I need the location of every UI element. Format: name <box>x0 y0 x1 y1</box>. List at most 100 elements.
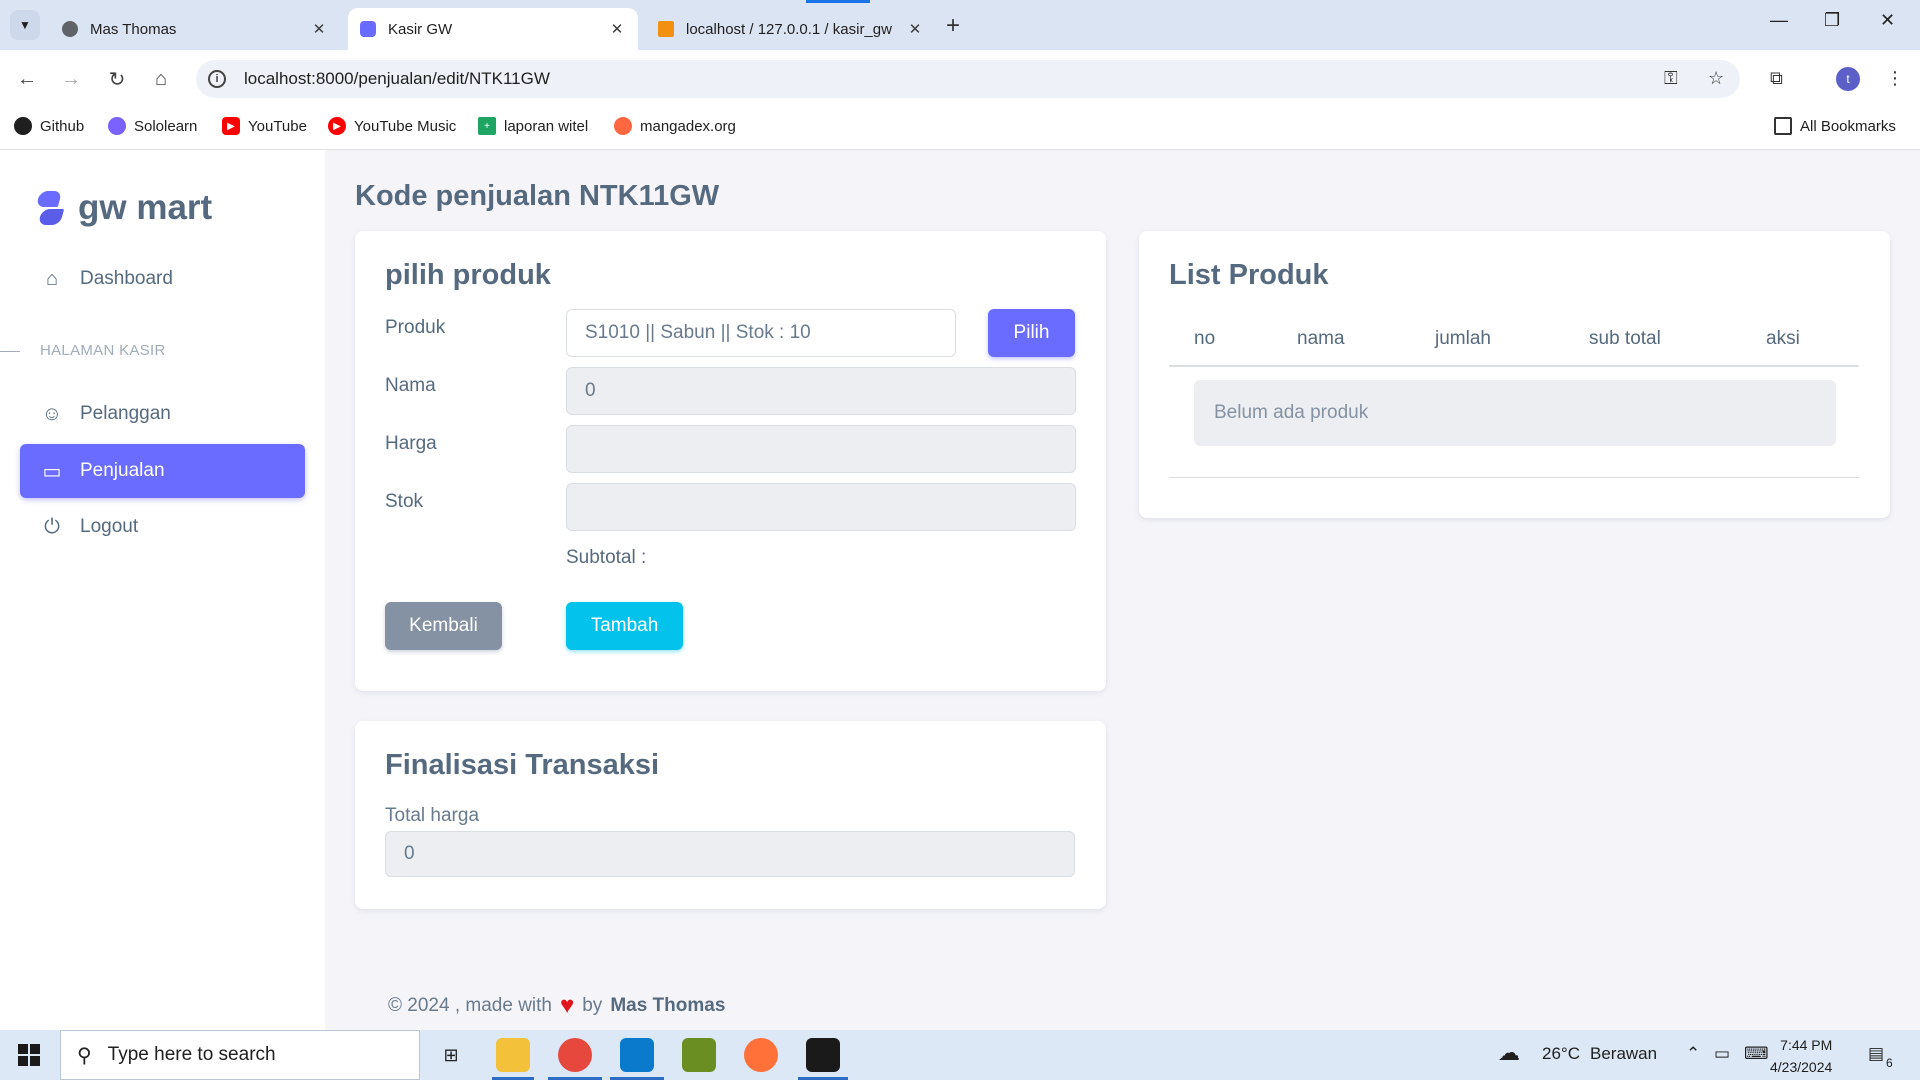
terminal-icon[interactable] <box>806 1038 840 1072</box>
tab-close-icon[interactable]: ✕ <box>310 20 328 38</box>
chevron-up-icon[interactable]: ⌃ <box>1686 1044 1700 1064</box>
heart-icon: ♥ <box>559 992 575 1019</box>
nama-field[interactable]: 0 <box>566 367 1076 415</box>
table-footer-divider <box>1169 477 1859 478</box>
sheets-icon: + <box>478 117 496 135</box>
close-window-icon[interactable]: ✕ <box>1880 10 1895 31</box>
tab-close-icon[interactable]: ✕ <box>906 20 924 38</box>
phpmyadmin-icon <box>658 21 674 37</box>
bookmark-laporan-witel[interactable]: + laporan witel <box>478 117 588 135</box>
power-icon: ⏻ <box>44 515 60 538</box>
footer-author-link[interactable]: Mas Thomas <box>610 995 725 1017</box>
tab-mas-thomas[interactable]: Mas Thomas ✕ <box>50 8 340 50</box>
sidebar-item-dashboard[interactable]: ⌂ Dashboard <box>20 252 305 306</box>
network-icon[interactable]: ⌨ <box>1744 1044 1769 1064</box>
address-bar[interactable]: i localhost:8000/penjualan/edit/NTK11GW <box>196 60 1740 98</box>
youtube-music-icon: ▶ <box>328 117 346 135</box>
tambah-button[interactable]: Tambah <box>566 602 683 650</box>
tab-search-button[interactable]: ▼ <box>10 10 40 40</box>
bookmarks-bar: Github Sololearn ▶ YouTube ▶ YouTube Mus… <box>0 107 1920 150</box>
page-title: Kode penjualan NTK11GW <box>355 180 720 212</box>
bookmark-youtube[interactable]: ▶ YouTube <box>222 117 307 135</box>
weather-temp[interactable]: 26°C <box>1542 1044 1580 1064</box>
divider <box>0 351 20 352</box>
task-view-icon[interactable]: ⊞ <box>434 1038 468 1072</box>
notification-count: 6 <box>1886 1056 1893 1070</box>
minimize-icon[interactable]: — <box>1770 10 1788 31</box>
sidebar: gw mart ⌂ Dashboard HALAMAN KASIR ☺ Pela… <box>0 150 325 1030</box>
tab-close-icon[interactable]: ✕ <box>608 20 626 38</box>
taskbar-search[interactable]: ⚲ Type here to search <box>60 1030 420 1080</box>
password-key-icon[interactable]: ⚿ <box>1664 68 1678 89</box>
produk-label: Produk <box>385 317 446 338</box>
bookmark-github[interactable]: Github <box>14 117 84 135</box>
bookmark-youtube-music[interactable]: ▶ YouTube Music <box>328 117 456 135</box>
battery-icon[interactable]: ▭ <box>1714 1044 1730 1064</box>
profile-avatar[interactable]: t <box>1836 67 1860 91</box>
nama-label: Nama <box>385 375 436 396</box>
kembali-button[interactable]: Kembali <box>385 602 502 650</box>
home-icon[interactable]: ⌂ <box>146 64 176 94</box>
all-bookmarks-folder[interactable]: All Bookmarks <box>1774 117 1896 135</box>
chrome-icon[interactable] <box>558 1038 592 1072</box>
menu-kebab-icon[interactable]: ⋮ <box>1886 68 1904 89</box>
finalisasi-card: Finalisasi Transaksi Total harga 0 <box>355 721 1106 909</box>
system-clock[interactable]: 7:44 PM 4/23/2024 <box>1770 1034 1832 1078</box>
user-icon: ☺ <box>41 402 63 425</box>
extensions-icon[interactable]: ⧉ <box>1770 68 1783 89</box>
site-info-icon[interactable]: i <box>208 70 226 88</box>
new-tab-button[interactable]: + <box>946 12 960 40</box>
footer: © 2024 , made with ♥ by Mas Thomas <box>388 992 726 1019</box>
column-header-jumlah: jumlah <box>1435 328 1491 349</box>
column-header-no: no <box>1194 328 1216 349</box>
total-harga-field[interactable]: 0 <box>385 831 1075 877</box>
pilih-button[interactable]: Pilih <box>988 309 1075 357</box>
stok-field[interactable] <box>566 483 1076 531</box>
file-explorer-icon[interactable] <box>496 1038 530 1072</box>
column-header-subtotal: sub total <box>1589 328 1661 349</box>
forward-icon[interactable]: → <box>56 64 86 94</box>
restore-icon[interactable]: ❐ <box>1824 10 1840 31</box>
credit-card-icon: ▭ <box>42 460 62 483</box>
folder-icon <box>1774 117 1792 135</box>
total-harga-label: Total harga <box>385 805 480 826</box>
bookmark-sololearn[interactable]: Sololearn <box>108 117 197 135</box>
tab-phpmyadmin[interactable]: localhost / 127.0.0.1 / kasir_gw ✕ <box>646 8 936 50</box>
minecraft-icon[interactable] <box>682 1038 716 1072</box>
harga-label: Harga <box>385 433 437 454</box>
card-title: Finalisasi Transaksi <box>385 749 660 781</box>
windows-start-icon[interactable] <box>18 1044 40 1066</box>
reload-icon[interactable]: ↻ <box>102 64 132 94</box>
weather-cloud-icon[interactable]: ☁ <box>1498 1040 1520 1066</box>
tab-indicator <box>806 0 870 3</box>
sidebar-item-pelanggan[interactable]: ☺ Pelanggan <box>20 387 305 441</box>
notification-icon[interactable]: ▤ <box>1868 1044 1884 1064</box>
back-icon[interactable]: ← <box>12 64 42 94</box>
sidebar-item-penjualan[interactable]: ▭ Penjualan <box>20 444 305 498</box>
harga-field[interactable] <box>566 425 1076 473</box>
bookmark-star-icon[interactable]: ☆ <box>1708 68 1724 89</box>
brand-name: gw mart <box>78 188 213 227</box>
browser-tab-bar: ▼ Mas Thomas ✕ Kasir GW ✕ localhost / 12… <box>0 0 1920 50</box>
bookmark-mangadex[interactable]: mangadex.org <box>614 117 736 135</box>
column-header-aksi: aksi <box>1766 328 1800 349</box>
produk-select[interactable]: S1010 || Sabun || Stok : 10 <box>566 309 956 357</box>
sidebar-item-logout[interactable]: ⏻ Logout <box>20 500 305 554</box>
pilih-produk-card: pilih produk Produk S1010 || Sabun || St… <box>355 231 1106 691</box>
globe-icon <box>62 21 78 37</box>
brand[interactable]: gw mart <box>36 188 212 228</box>
table-header-divider <box>1169 365 1859 367</box>
stok-label: Stok <box>385 491 424 512</box>
app-container: gw mart ⌂ Dashboard HALAMAN KASIR ☺ Pela… <box>0 150 1920 1030</box>
weather-desc[interactable]: Berawan <box>1590 1044 1657 1064</box>
column-header-nama: nama <box>1297 328 1345 349</box>
youtube-icon: ▶ <box>222 117 240 135</box>
firefox-icon[interactable] <box>744 1038 778 1072</box>
url-text[interactable]: localhost:8000/penjualan/edit/NTK11GW <box>244 69 550 89</box>
card-title: pilih produk <box>385 259 551 291</box>
tab-kasir-gw[interactable]: Kasir GW ✕ <box>348 8 638 50</box>
sololearn-icon <box>108 117 126 135</box>
home-icon: ⌂ <box>45 267 59 290</box>
vscode-icon[interactable] <box>620 1038 654 1072</box>
mangadex-icon <box>614 117 632 135</box>
